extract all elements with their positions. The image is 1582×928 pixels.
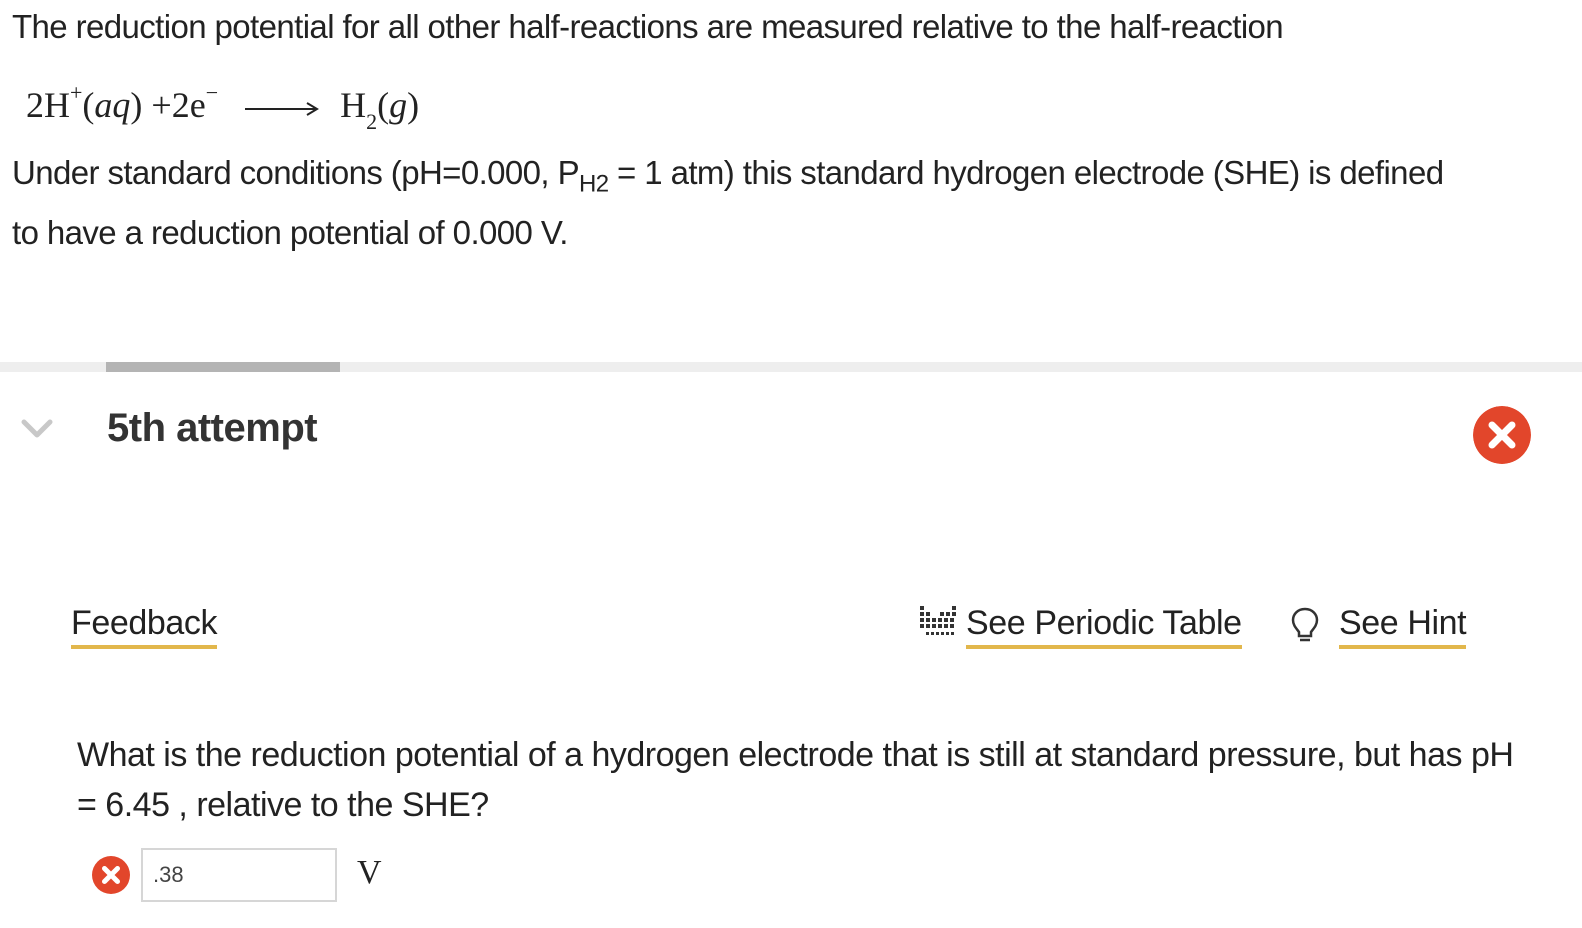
attempt-progress-bar — [106, 362, 340, 372]
equation-electron-charge: − — [205, 80, 219, 105]
answer-input[interactable] — [141, 848, 337, 902]
hint-link[interactable]: See Hint — [1339, 604, 1467, 649]
intro-text: The reduction potential for all other ha… — [12, 8, 1284, 45]
close-circle-icon[interactable] — [1473, 406, 1531, 464]
equation-electron: 2e — [171, 85, 206, 125]
half-reaction-equation: 2H+(aq) +2e− H2(g) — [26, 80, 420, 135]
equation-plus: + — [151, 85, 172, 125]
answer-unit: V — [357, 854, 382, 891]
feedback-link[interactable]: Feedback — [71, 604, 218, 649]
chevron-down-icon[interactable] — [20, 414, 54, 442]
equation-reactant-charge: + — [70, 80, 83, 105]
conditions-subscript: H2 — [578, 170, 609, 198]
incorrect-x-icon — [92, 856, 130, 894]
equation-reactant-state: aq — [94, 85, 131, 125]
equation-product-state: g — [389, 85, 408, 125]
periodic-table-icon[interactable] — [919, 604, 957, 640]
periodic-table-link[interactable]: See Periodic Table — [966, 604, 1242, 649]
equation-product: H — [340, 85, 367, 125]
attempt-title: 5th attempt — [107, 406, 318, 450]
question-text: What is the reduction potential of a hyd… — [77, 736, 1514, 824]
conditions-text-b: = 1 atm) this standard hydrogen electrod… — [608, 154, 1444, 191]
lightbulb-icon[interactable] — [1290, 606, 1320, 646]
equation-reactant: 2H — [26, 85, 70, 125]
reduction-potential-text: to have a reduction potential of 0.000 V… — [12, 214, 568, 251]
equation-product-sub: 2 — [366, 109, 378, 135]
reaction-arrow-icon — [245, 101, 320, 116]
standard-conditions-text: Under standard conditions (pH=0.000, PH2… — [12, 154, 1444, 199]
conditions-text-a: Under standard conditions (pH=0.000, P — [12, 154, 580, 191]
